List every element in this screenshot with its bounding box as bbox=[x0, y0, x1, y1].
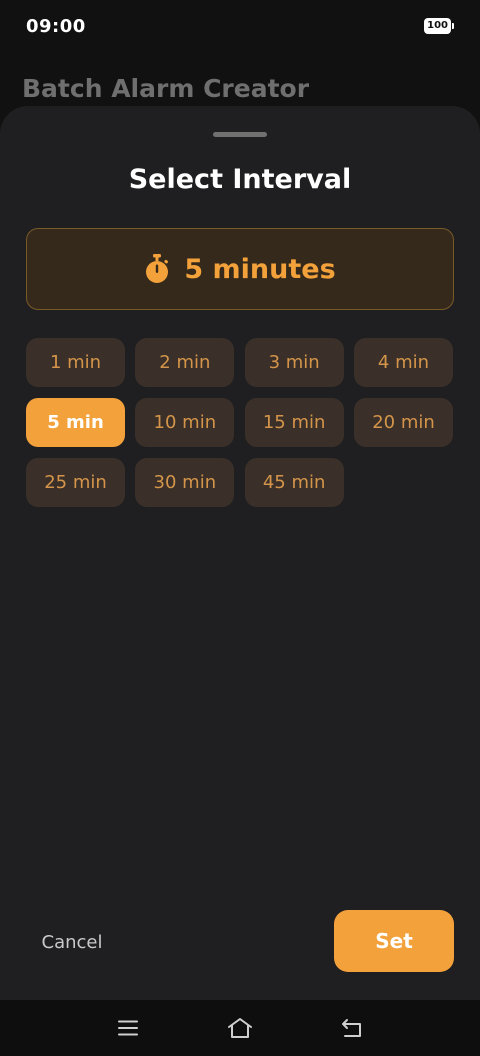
interval-chip-45-min[interactable]: 45 min bbox=[244, 458, 344, 507]
home-icon bbox=[228, 1018, 252, 1038]
battery-icon: 100 bbox=[424, 18, 454, 34]
selected-interval-display: 5 minutes bbox=[26, 228, 454, 310]
navigation-bar bbox=[0, 1000, 480, 1056]
menu-button[interactable] bbox=[113, 1013, 143, 1043]
interval-chip-2-min[interactable]: 2 min bbox=[135, 338, 235, 387]
set-button[interactable]: Set bbox=[334, 910, 454, 972]
selected-interval-label: 5 minutes bbox=[184, 253, 336, 285]
drag-handle[interactable] bbox=[213, 132, 267, 137]
interval-options: 1 min 2 min 3 min 4 min 5 min 10 min 15 … bbox=[26, 338, 454, 507]
interval-chip-3-min[interactable]: 3 min bbox=[244, 338, 344, 387]
interval-chip-30-min[interactable]: 30 min bbox=[135, 458, 235, 507]
interval-chip-1-min[interactable]: 1 min bbox=[26, 338, 125, 387]
interval-chip-5-min[interactable]: 5 min bbox=[26, 398, 125, 447]
interval-bottom-sheet: Select Interval 5 minutes 1 min 2 min 3 … bbox=[0, 106, 480, 1000]
stopwatch-icon bbox=[146, 254, 169, 283]
interval-chip-20-min[interactable]: 20 min bbox=[353, 398, 453, 447]
screen: 09:00 100 Batch Alarm Creator Select Int… bbox=[0, 0, 480, 1056]
battery-level: 100 bbox=[424, 18, 451, 34]
sheet-title: Select Interval bbox=[128, 164, 352, 195]
interval-chip-10-min[interactable]: 10 min bbox=[135, 398, 235, 447]
home-button[interactable] bbox=[225, 1013, 255, 1043]
back-button[interactable] bbox=[337, 1013, 367, 1043]
interval-chip-4-min[interactable]: 4 min bbox=[353, 338, 453, 387]
battery-tip bbox=[452, 23, 454, 29]
status-time: 09:00 bbox=[26, 15, 86, 37]
interval-chip-25-min[interactable]: 25 min bbox=[26, 458, 125, 507]
back-icon bbox=[342, 1019, 361, 1037]
status-bar: 09:00 100 bbox=[0, 0, 480, 52]
cancel-button[interactable]: Cancel bbox=[26, 912, 118, 972]
menu-icon bbox=[118, 1020, 138, 1036]
interval-chip-15-min[interactable]: 15 min bbox=[244, 398, 344, 447]
app-title: Batch Alarm Creator bbox=[22, 74, 310, 103]
